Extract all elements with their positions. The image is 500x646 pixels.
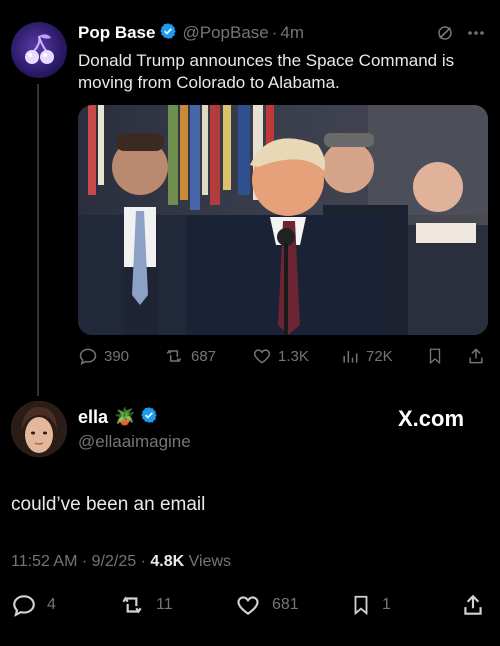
xcom-watermark: X.com (398, 406, 465, 431)
tweet-text: Donald Trump announces the Space Command… (78, 51, 455, 92)
bookmark-icon (429, 348, 441, 365)
reply-handle[interactable]: @ellaaimagine (78, 432, 191, 452)
share-icon (464, 594, 482, 615)
press-event-photo (78, 105, 488, 335)
retweet-icon (122, 596, 142, 614)
reply-header: ella 🪴 (78, 406, 158, 428)
retweet-icon (166, 349, 182, 363)
cherry-logo-icon (25, 34, 54, 64)
like-count: 1.3K (278, 347, 309, 365)
view-count: 72K (366, 347, 393, 365)
reply-views-count: 4.8K (150, 553, 185, 570)
heart-icon (253, 349, 271, 364)
reply-bookmark-button[interactable]: 1 (350, 592, 391, 618)
share-icon (469, 348, 483, 364)
separator: · (271, 23, 278, 42)
grok-icon[interactable] (436, 24, 454, 47)
reply-reply-count: 4 (47, 596, 56, 613)
timestamp[interactable]: 4m (280, 23, 304, 43)
retweet-button[interactable]: 687 (163, 346, 216, 366)
like-button[interactable]: 1.3K (252, 346, 309, 366)
ella-avatar[interactable] (11, 401, 67, 457)
bookmark-button[interactable] (426, 346, 450, 366)
verified-badge-icon (140, 406, 158, 429)
reply-retweet-count: 11 (156, 596, 173, 613)
views-chart-icon (343, 351, 358, 363)
views-button[interactable]: 72K (340, 346, 393, 366)
heart-icon (237, 596, 259, 615)
reply-meta: 11:52 AM · 9/2/25 · 4.8K Views (11, 553, 232, 570)
reply-icon (79, 348, 97, 365)
handle[interactable]: @PopBase (182, 23, 268, 43)
reply-like-button[interactable]: 681 (234, 592, 299, 618)
reply-bookmark-count: 1 (382, 596, 391, 613)
reply-date[interactable]: 9/2/25 (92, 553, 136, 570)
reply-display-name[interactable]: ella (78, 407, 108, 428)
display-name[interactable]: Pop Base (78, 23, 155, 43)
tweet-photo[interactable] (78, 105, 488, 335)
reply-share-button[interactable] (460, 592, 496, 618)
bookmark-icon (354, 595, 368, 616)
reply-time[interactable]: 11:52 AM (11, 553, 77, 570)
profile-photo (11, 401, 67, 457)
more-options-icon[interactable] (466, 24, 486, 47)
popbase-avatar[interactable] (11, 22, 67, 78)
share-button[interactable] (466, 346, 492, 366)
reply-count: 390 (104, 347, 130, 365)
reply-views-label: Views (188, 553, 232, 570)
retweet-count: 687 (191, 347, 217, 365)
reply-button[interactable]: 390 (78, 346, 129, 366)
reply-reply-button[interactable]: 4 (11, 592, 56, 618)
reply-like-count: 681 (272, 596, 299, 613)
potted-plant-emoji: 🪴 (114, 407, 136, 426)
reply-retweet-button[interactable]: 11 (118, 592, 173, 618)
tweet-header: Pop Base @PopBase · 4m (78, 22, 304, 44)
reply-icon (13, 595, 35, 617)
verified-badge-icon (159, 22, 177, 45)
reply-text: could’ve been an email (11, 494, 206, 515)
thread-line (37, 84, 39, 396)
